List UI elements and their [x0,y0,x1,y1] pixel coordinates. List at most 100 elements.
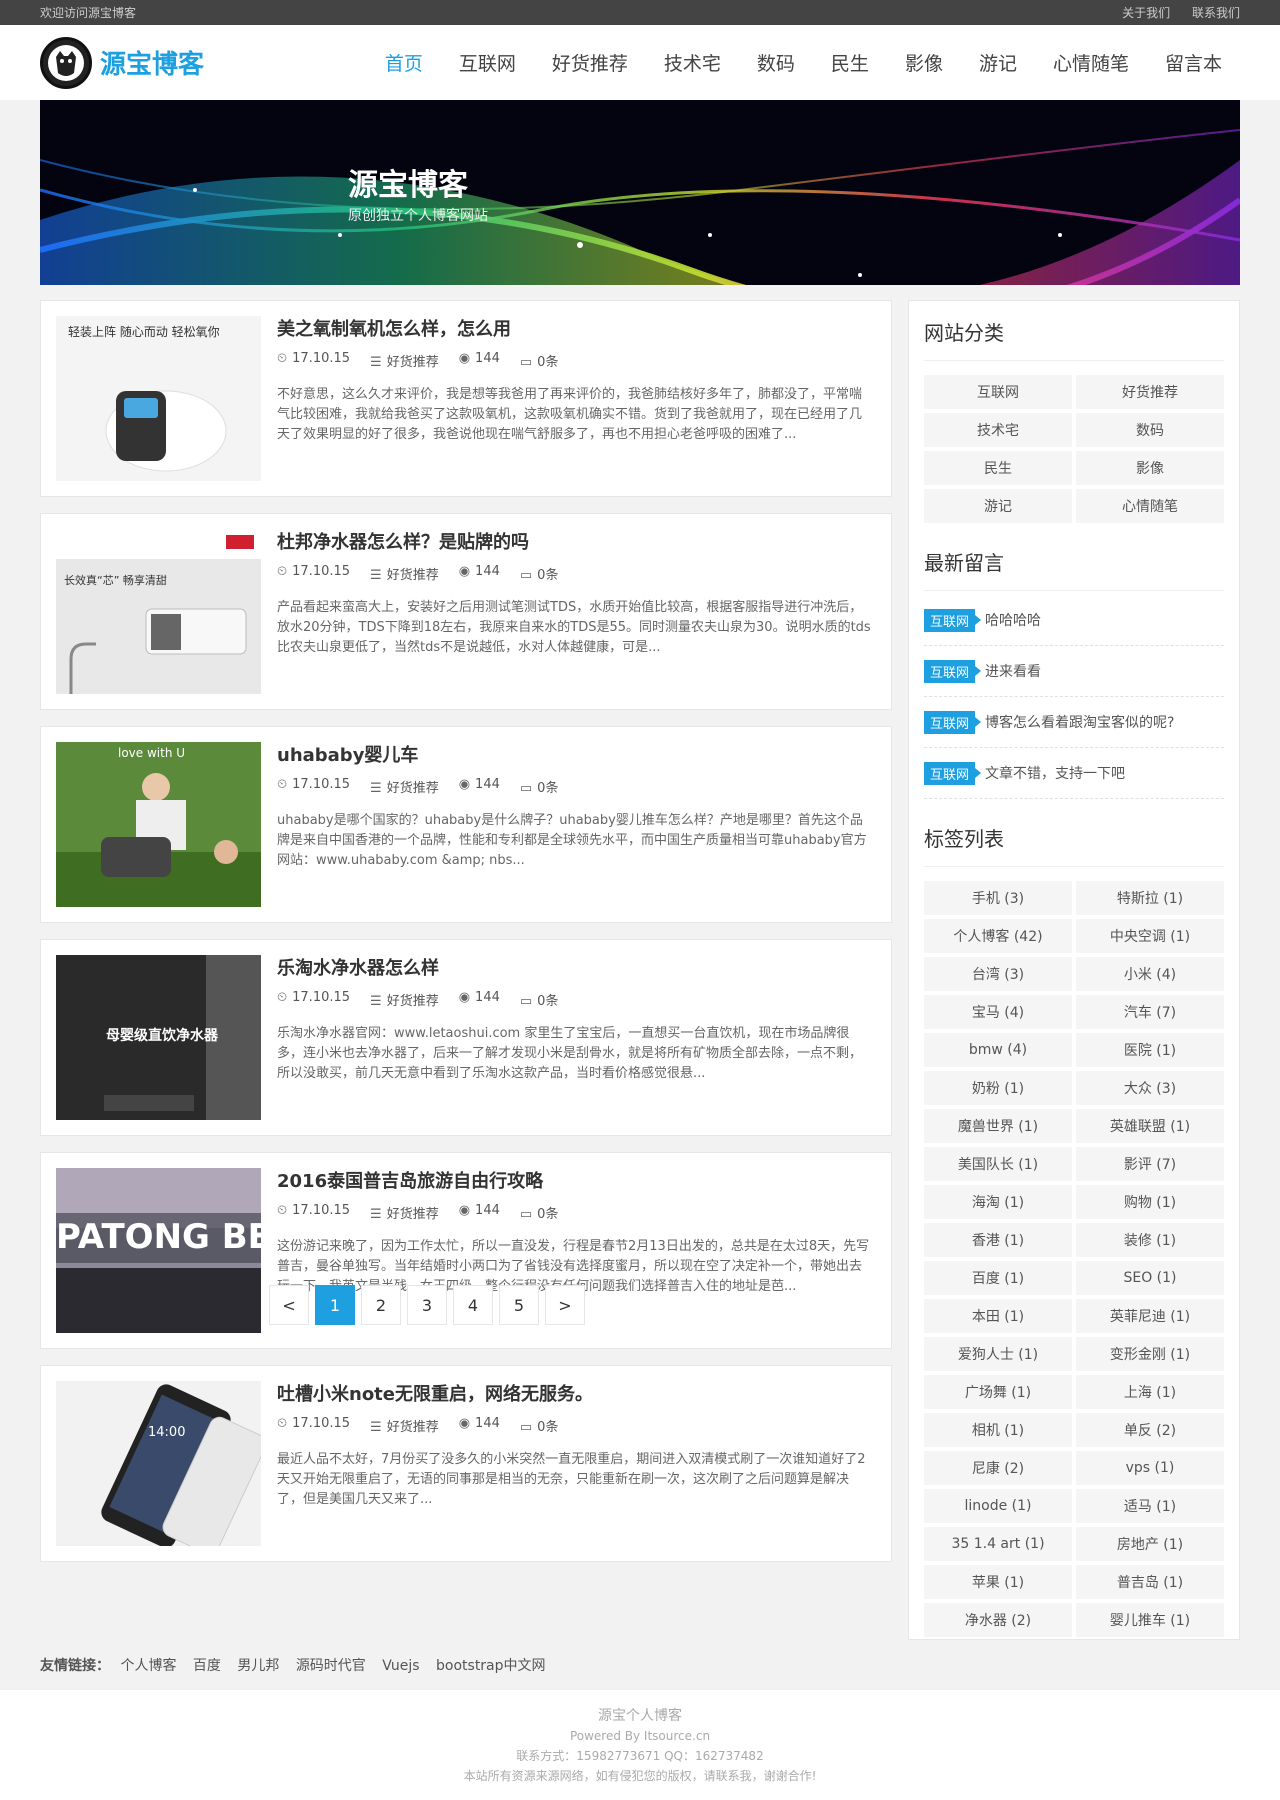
message-text[interactable]: 哈哈哈哈 [985,610,1041,630]
category-item[interactable]: 心情随笔 [1076,489,1224,523]
tag-item[interactable]: bmw (4) [924,1033,1072,1067]
nav-item-life[interactable]: 民生 [813,49,887,76]
next-page-button[interactable]: > [545,1285,585,1325]
category-item[interactable]: 游记 [924,489,1072,523]
tag-item[interactable]: SEO (1) [1076,1261,1224,1295]
tag-item[interactable]: 特斯拉 (1) [1076,881,1224,915]
tag-item[interactable]: 海淘 (1) [924,1185,1072,1219]
tag-item[interactable]: 美国队长 (1) [924,1147,1072,1181]
page-1-button[interactable]: 1 [315,1285,355,1325]
category-item[interactable]: 数码 [1076,413,1224,447]
category-item[interactable]: 好货推荐 [1076,375,1224,409]
page-3-button[interactable]: 3 [407,1285,447,1325]
post-thumbnail[interactable]: PATONG BEA [56,1168,261,1333]
tag-item[interactable]: 医院 (1) [1076,1033,1224,1067]
tag-item[interactable]: 爱狗人士 (1) [924,1337,1072,1371]
tag-item[interactable]: 宝马 (4) [924,995,1072,1029]
post-comments[interactable]: 0条 [537,568,558,583]
tag-item[interactable]: 广场舞 (1) [924,1375,1072,1409]
tag-item[interactable]: 小米 (4) [1076,957,1224,991]
page-5-button[interactable]: 5 [499,1285,539,1325]
tag-item[interactable]: 变形金刚 (1) [1076,1337,1224,1371]
message-text[interactable]: 文章不错，支持一下吧 [985,763,1125,783]
page-4-button[interactable]: 4 [453,1285,493,1325]
post-title[interactable]: 乐淘水净水器怎么样 [277,954,439,980]
post-card[interactable]: 母婴级直饮净水器 乐淘水净水器怎么样 ⏲ 17.10.15 ☰ 好货推荐 ◉ 144 … [40,939,892,1136]
message-tag[interactable]: 互联网 [924,659,982,683]
tag-item[interactable]: linode (1) [924,1489,1072,1523]
post-comments[interactable]: 0条 [537,1207,558,1222]
tag-item[interactable]: 手机 (3) [924,881,1072,915]
post-category[interactable]: 好货推荐 [387,994,439,1009]
category-item[interactable]: 互联网 [924,375,1072,409]
friend-link[interactable]: 百度 [193,1658,221,1674]
nav-item-tech[interactable]: 技术宅 [646,49,739,76]
message-text[interactable]: 博客怎么看着跟淘宝客似的呢? [985,712,1174,732]
site-logo[interactable]: 源宝博客 [40,36,204,89]
friend-link[interactable]: 个人博客 [120,1658,176,1674]
page-2-button[interactable]: 2 [361,1285,401,1325]
contact-link[interactable]: 联系我们 [1192,6,1240,20]
tag-item[interactable]: 装修 (1) [1076,1223,1224,1257]
prev-page-button[interactable]: < [269,1285,309,1325]
post-title[interactable]: 美之氧制氧机怎么样，怎么用 [277,315,511,341]
tag-item[interactable]: 婴儿推车 (1) [1076,1603,1224,1637]
post-category[interactable]: 好货推荐 [387,355,439,370]
friend-link[interactable]: 源码时代官 [296,1658,366,1674]
tag-item[interactable]: 中央空调 (1) [1076,919,1224,953]
post-title[interactable]: 杜邦净水器怎么样？是贴牌的吗 [277,528,529,554]
post-card[interactable]: 轻装上阵 随心而动 轻松氧你 美之氧制氧机怎么样，怎么用 ⏲ 17.10.15 ☰… [40,300,892,497]
post-title[interactable]: 2016泰国普吉岛旅游自由行攻略 [277,1167,543,1193]
post-category[interactable]: 好货推荐 [387,568,439,583]
about-link[interactable]: 关于我们 [1122,6,1170,20]
message-item[interactable]: 互联网 文章不错，支持一下吧 [924,748,1224,799]
post-comments[interactable]: 0条 [537,355,558,370]
post-card[interactable]: 14:00 吐槽小米note无限重启，网络无服务。 ⏲ 17.10.15 ☰ 好货推… [40,1365,892,1562]
nav-item-goods[interactable]: 好货推荐 [534,49,646,76]
message-item[interactable]: 互联网 哈哈哈哈 [924,595,1224,646]
nav-item-internet[interactable]: 互联网 [441,49,534,76]
post-category[interactable]: 好货推荐 [387,1207,439,1222]
message-item[interactable]: 互联网 进来看看 [924,646,1224,697]
tag-item[interactable]: 香港 (1) [924,1223,1072,1257]
nav-item-travel[interactable]: 游记 [961,49,1035,76]
category-item[interactable]: 民生 [924,451,1072,485]
tag-item[interactable]: 苹果 (1) [924,1565,1072,1599]
friend-link[interactable]: bootstrap中文网 [436,1658,546,1674]
nav-item-home[interactable]: 首页 [367,49,441,76]
post-comments[interactable]: 0条 [537,1420,558,1435]
post-comments[interactable]: 0条 [537,994,558,1009]
category-item[interactable]: 技术宅 [924,413,1072,447]
nav-item-essay[interactable]: 心情随笔 [1035,49,1147,76]
post-thumbnail[interactable]: 母婴级直饮净水器 [56,955,261,1120]
message-tag[interactable]: 互联网 [924,761,982,785]
tag-item[interactable]: 适马 (1) [1076,1489,1224,1523]
nav-item-digital[interactable]: 数码 [739,49,813,76]
post-comments[interactable]: 0条 [537,781,558,796]
post-category[interactable]: 好货推荐 [387,1420,439,1435]
tag-item[interactable]: 百度 (1) [924,1261,1072,1295]
tag-item[interactable]: 魔兽世界 (1) [924,1109,1072,1143]
tag-item[interactable]: 本田 (1) [924,1299,1072,1333]
post-thumbnail[interactable]: 长效真“芯” 畅享清甜 [56,529,261,694]
tag-item[interactable]: 上海 (1) [1076,1375,1224,1409]
tag-item[interactable]: vps (1) [1076,1451,1224,1485]
post-thumbnail[interactable]: love with U [56,742,261,907]
tag-item[interactable]: 英菲尼迪 (1) [1076,1299,1224,1333]
post-card[interactable]: love with U uhababy婴儿车 ⏲ 17.10.15 ☰ 好货推荐 ◉… [40,726,892,923]
tag-item[interactable]: 购物 (1) [1076,1185,1224,1219]
tag-item[interactable]: 影评 (7) [1076,1147,1224,1181]
post-card[interactable]: 长效真“芯” 畅享清甜 杜邦净水器怎么样？是贴牌的吗 ⏲ 17.10.15 ☰ 好货… [40,513,892,710]
tag-item[interactable]: 个人博客 (42) [924,919,1072,953]
post-title[interactable]: uhababy婴儿车 [277,741,418,767]
tag-item[interactable]: 单反 (2) [1076,1413,1224,1447]
friend-link[interactable]: 男儿邦 [237,1658,279,1674]
tag-item[interactable]: 相机 (1) [924,1413,1072,1447]
nav-item-guestbook[interactable]: 留言本 [1147,49,1240,76]
message-item[interactable]: 互联网 博客怎么看着跟淘宝客似的呢? [924,697,1224,748]
tag-item[interactable]: 英雄联盟 (1) [1076,1109,1224,1143]
nav-item-photo[interactable]: 影像 [887,49,961,76]
post-thumbnail[interactable]: 14:00 [56,1381,261,1546]
message-tag[interactable]: 互联网 [924,710,982,734]
post-category[interactable]: 好货推荐 [387,781,439,796]
